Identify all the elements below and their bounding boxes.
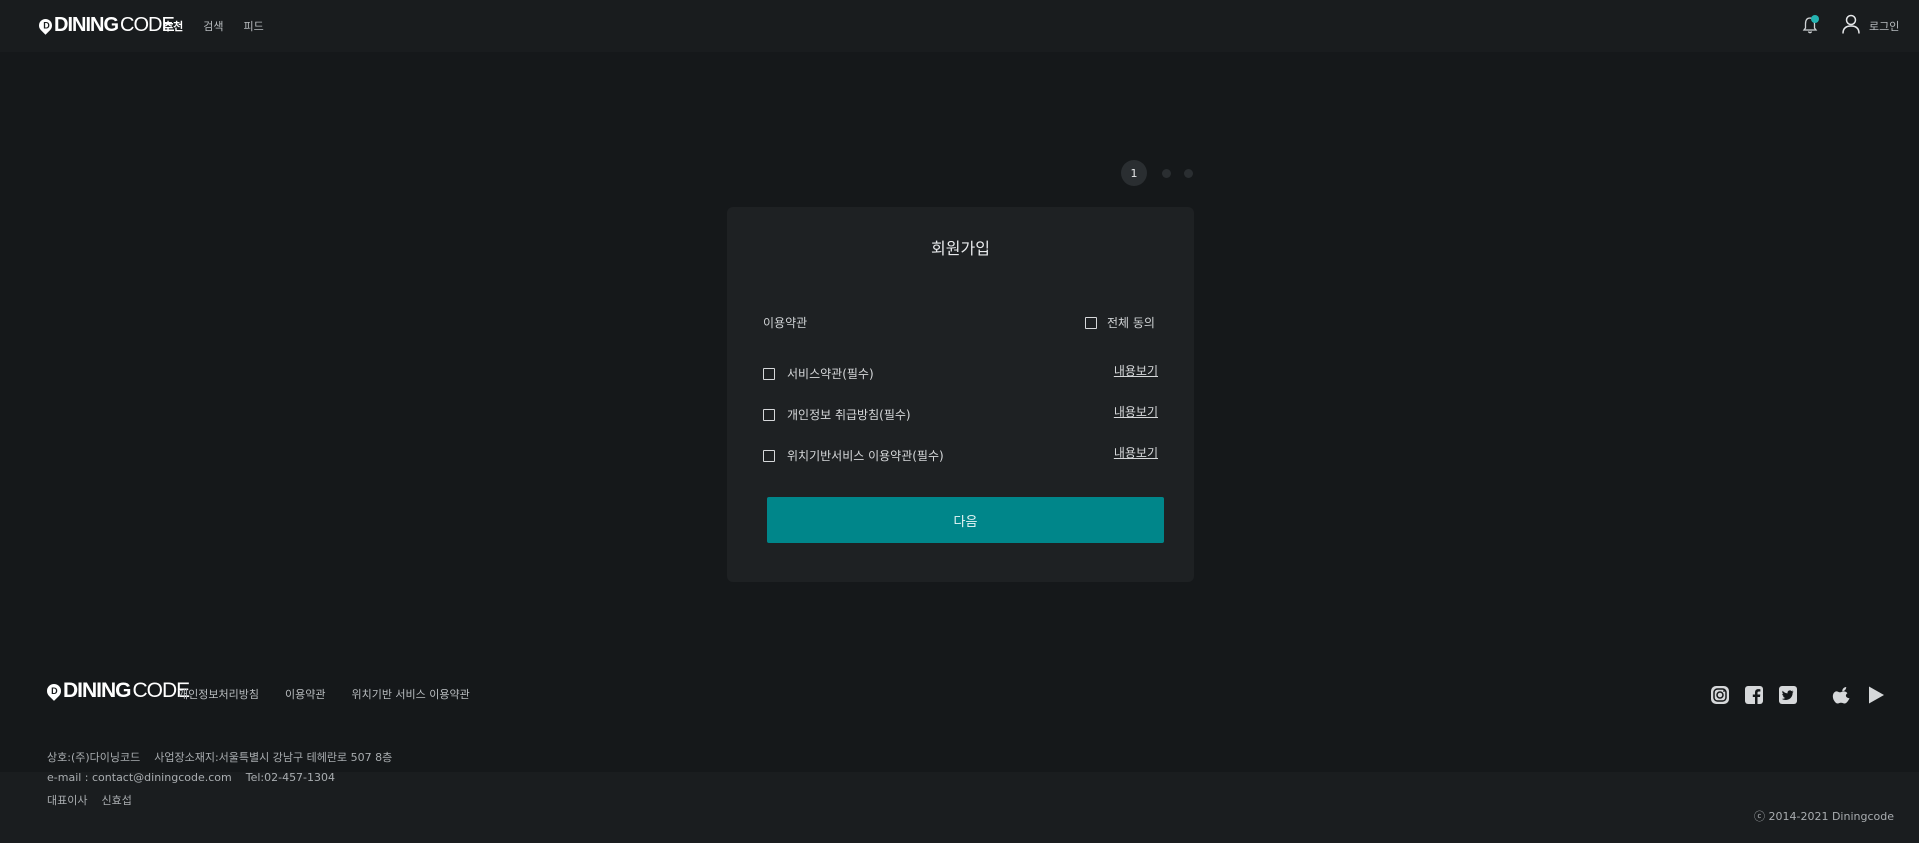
apple-icon[interactable] bbox=[1831, 685, 1851, 705]
nav-item-recommend[interactable]: 추천 bbox=[163, 18, 183, 34]
term-location-view-link[interactable]: 내용보기 bbox=[1114, 444, 1158, 461]
logo-word-dining: DINING bbox=[54, 14, 119, 36]
copyright: ⓒ 2014-2021 Diningcode bbox=[1754, 810, 1894, 823]
nav-item-search[interactable]: 검색 bbox=[203, 18, 223, 34]
terms-section-label: 이용약관 bbox=[763, 316, 808, 330]
login-link[interactable]: 로그인 bbox=[1869, 18, 1899, 34]
notification-badge bbox=[1811, 15, 1819, 23]
step-current: 1 bbox=[1121, 160, 1147, 186]
footer-company-info: 상호:(주)다이닝코드 사업장소재지:서울특별시 강남구 테헤란로 507 8층 bbox=[47, 749, 392, 765]
footer-email[interactable]: e-mail : contact@diningcode.com bbox=[47, 771, 232, 784]
footer-ceo-name: 신효섭 bbox=[101, 794, 132, 807]
term-privacy-view-link[interactable]: 내용보기 bbox=[1114, 403, 1158, 420]
footer-contact-info: e-mail : contact@diningcode.com Tel:02-4… bbox=[47, 771, 335, 784]
footer-ceo-label: 대표이사 bbox=[47, 794, 88, 807]
google-play-icon[interactable] bbox=[1866, 685, 1886, 705]
footer-tel: Tel:02-457-1304 bbox=[245, 771, 336, 784]
logo-mark: D bbox=[36, 16, 55, 35]
footer-link-privacy[interactable]: 개인정보처리방침 bbox=[178, 686, 259, 702]
footer-links: 개인정보처리방침 이용약관 위치기반 서비스 이용약관 bbox=[178, 686, 470, 702]
footer-company: 상호:(주)다이닝코드 bbox=[47, 751, 141, 764]
footer-logo[interactable]: D DINING CODE bbox=[44, 679, 190, 703]
term-privacy-checkbox[interactable]: 개인정보 취급방침(필수) bbox=[763, 406, 911, 423]
term-location-checkbox[interactable]: 위치기반서비스 이용약관(필수) bbox=[763, 447, 944, 464]
agree-all-box[interactable] bbox=[1085, 316, 1097, 329]
term-row-privacy: 개인정보 취급방침(필수) 내용보기 bbox=[763, 403, 1158, 423]
instagram-icon[interactable] bbox=[1710, 685, 1730, 705]
step-3-dot bbox=[1184, 168, 1193, 178]
agree-all-label: 전체 동의 bbox=[1107, 316, 1155, 330]
step-2-dot bbox=[1162, 168, 1171, 178]
footer-logo-word-dining: DINING bbox=[63, 679, 131, 702]
twitter-icon[interactable] bbox=[1778, 685, 1798, 705]
step-indicator: 1 bbox=[1121, 160, 1193, 186]
agree-all-checkbox[interactable]: 전체 동의 bbox=[1085, 314, 1155, 331]
term-row-service: 서비스약관(필수) 내용보기 bbox=[763, 362, 1158, 382]
footer-link-location-terms[interactable]: 위치기반 서비스 이용약관 bbox=[351, 686, 469, 702]
signup-card: 회원가입 이용약관 전체 동의 서비스약관(필수) 내용보기 개인정보 취급방침… bbox=[727, 207, 1194, 582]
header-logo[interactable]: D DINING CODE bbox=[36, 14, 175, 37]
term-privacy-box[interactable] bbox=[763, 408, 775, 421]
footer-ceo-info: 대표이사 신효섭 bbox=[47, 792, 132, 808]
next-button[interactable]: 다음 bbox=[767, 497, 1164, 543]
footer-address: 사업장소재지:서울특별시 강남구 테헤란로 507 8층 bbox=[154, 751, 393, 764]
footer-logo-mark: D bbox=[44, 681, 64, 701]
term-location-box[interactable] bbox=[763, 449, 775, 462]
header: D DINING CODE 추천 검색 피드 로그인 bbox=[0, 0, 1919, 52]
term-location-label: 위치기반서비스 이용약관(필수) bbox=[787, 449, 944, 463]
facebook-icon[interactable] bbox=[1744, 685, 1764, 705]
term-service-checkbox[interactable]: 서비스약관(필수) bbox=[763, 365, 874, 382]
term-service-view-link[interactable]: 내용보기 bbox=[1114, 362, 1158, 379]
term-service-label: 서비스약관(필수) bbox=[787, 367, 874, 381]
term-privacy-label: 개인정보 취급방침(필수) bbox=[787, 408, 911, 422]
user-icon[interactable] bbox=[1842, 14, 1860, 34]
term-service-box[interactable] bbox=[763, 367, 775, 380]
main-nav: 추천 검색 피드 bbox=[163, 18, 264, 34]
page-title: 회원가입 bbox=[931, 239, 990, 258]
footer-link-terms[interactable]: 이용약관 bbox=[285, 686, 325, 702]
term-row-location: 위치기반서비스 이용약관(필수) 내용보기 bbox=[763, 444, 1158, 464]
nav-item-feed[interactable]: 피드 bbox=[244, 18, 264, 34]
